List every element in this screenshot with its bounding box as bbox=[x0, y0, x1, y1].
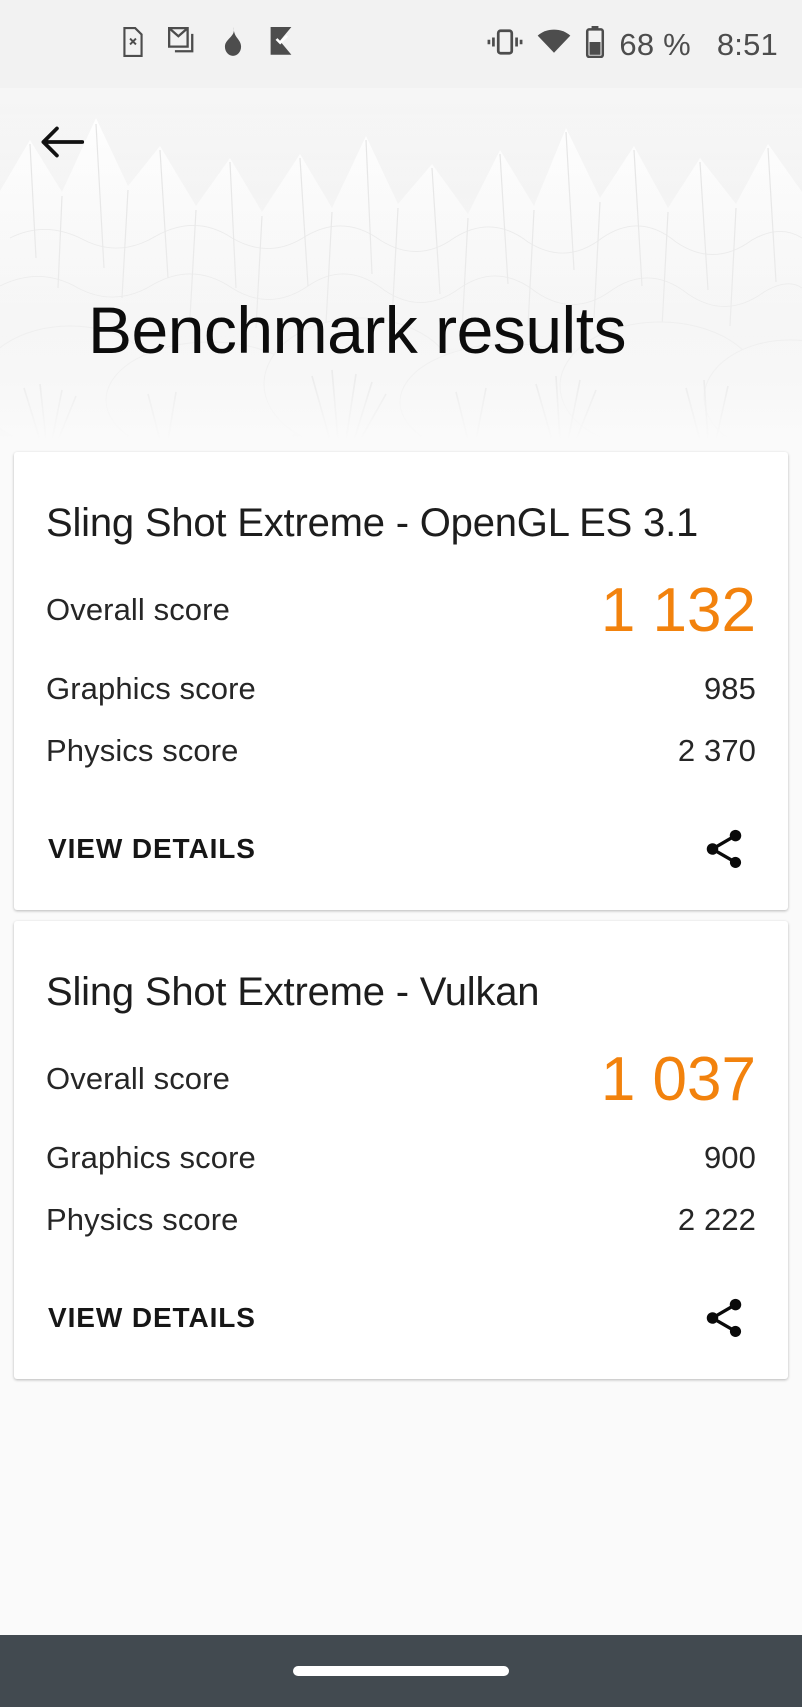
gmail-icon bbox=[168, 27, 198, 62]
results-card-list: Sling Shot Extreme - OpenGL ES 3.1 Overa… bbox=[0, 441, 802, 1390]
battery-icon bbox=[585, 26, 605, 63]
share-icon bbox=[701, 1295, 747, 1341]
score-row-overall: Overall score 1 037 bbox=[46, 1031, 756, 1127]
benchmark-result-card[interactable]: Sling Shot Extreme - OpenGL ES 3.1 Overa… bbox=[14, 452, 788, 910]
view-details-button[interactable]: VIEW DETAILS bbox=[46, 1296, 258, 1340]
score-value-overall: 1 037 bbox=[601, 1044, 756, 1115]
status-bar: 68 % 8:51 bbox=[0, 0, 802, 88]
flag-check-icon bbox=[268, 27, 294, 62]
score-label: Graphics score bbox=[46, 671, 256, 707]
share-icon bbox=[701, 826, 747, 872]
hero-background-image bbox=[0, 88, 802, 441]
score-label: Overall score bbox=[46, 592, 230, 628]
score-value-graphics: 900 bbox=[704, 1140, 756, 1176]
score-label: Graphics score bbox=[46, 1140, 256, 1176]
score-row-graphics: Graphics score 985 bbox=[46, 658, 756, 720]
share-button[interactable] bbox=[692, 1286, 756, 1350]
score-label: Physics score bbox=[46, 1202, 239, 1238]
share-button[interactable] bbox=[692, 817, 756, 881]
clock: 8:51 bbox=[717, 29, 778, 60]
score-row-physics: Physics score 2 370 bbox=[46, 720, 756, 782]
score-value-overall: 1 132 bbox=[601, 575, 756, 646]
score-value-physics: 2 370 bbox=[678, 733, 756, 769]
back-button[interactable] bbox=[26, 106, 98, 178]
score-label: Physics score bbox=[46, 733, 239, 769]
score-row-graphics: Graphics score 900 bbox=[46, 1127, 756, 1189]
home-gesture-pill[interactable] bbox=[293, 1666, 509, 1676]
flame-icon bbox=[220, 27, 246, 62]
card-actions: VIEW DETAILS bbox=[46, 816, 756, 882]
vibrate-icon bbox=[487, 28, 523, 61]
card-title: Sling Shot Extreme - OpenGL ES 3.1 bbox=[46, 496, 756, 550]
benchmark-result-card[interactable]: Sling Shot Extreme - Vulkan Overall scor… bbox=[14, 921, 788, 1379]
wifi-icon bbox=[537, 28, 571, 61]
card-actions: VIEW DETAILS bbox=[46, 1285, 756, 1351]
score-row-physics: Physics score 2 222 bbox=[46, 1189, 756, 1251]
system-navigation-bar bbox=[0, 1635, 802, 1707]
phone-screen: 68 % 8:51 bbox=[0, 0, 802, 1707]
score-row-overall: Overall score 1 132 bbox=[46, 562, 756, 658]
status-bar-system-icons: 68 % 8:51 bbox=[487, 26, 778, 63]
score-value-physics: 2 222 bbox=[678, 1202, 756, 1238]
score-label: Overall score bbox=[46, 1061, 230, 1097]
file-x-icon bbox=[120, 27, 146, 62]
hero-header: Benchmark results bbox=[0, 88, 802, 441]
back-arrow-icon bbox=[40, 123, 84, 161]
page-title: Benchmark results bbox=[88, 297, 626, 363]
card-title: Sling Shot Extreme - Vulkan bbox=[46, 965, 756, 1019]
status-bar-notification-icons bbox=[120, 27, 294, 62]
battery-percentage: 68 % bbox=[619, 29, 690, 60]
view-details-button[interactable]: VIEW DETAILS bbox=[46, 827, 258, 871]
score-value-graphics: 985 bbox=[704, 671, 756, 707]
